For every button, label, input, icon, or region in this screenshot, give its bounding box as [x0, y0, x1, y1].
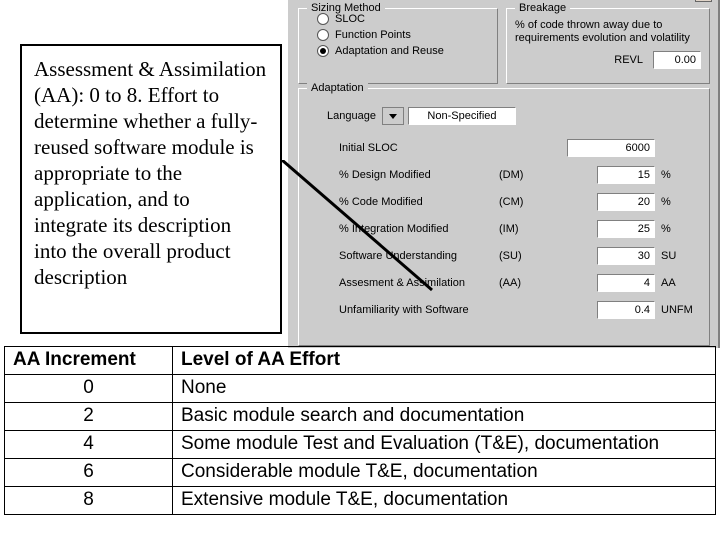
field-unit: %	[661, 223, 701, 235]
cm-input[interactable]: 20	[597, 193, 655, 211]
table-header: AA Increment	[5, 347, 173, 375]
table-row: 2 Basic module search and documentation	[5, 403, 716, 431]
breakage-title: Breakage	[515, 2, 570, 14]
row-im: % Integration Modified (IM) 25 %	[339, 220, 701, 238]
radio-icon	[317, 13, 329, 25]
aa-callout: Assessment & Assimilation (AA): 0 to 8. …	[20, 44, 282, 334]
table-cell: Extensive module T&E, documentation	[173, 487, 716, 515]
table-cell: 2	[5, 403, 173, 431]
table-cell: 8	[5, 487, 173, 515]
aa-input[interactable]: 4	[597, 274, 655, 292]
unfm-input[interactable]: 0.4	[597, 301, 655, 319]
table-cell: None	[173, 375, 716, 403]
callout-text: Assessment & Assimilation (AA): 0 to 8. …	[34, 57, 266, 289]
field-label: Software Understanding	[339, 250, 499, 262]
revl-input[interactable]: 0.00	[653, 51, 701, 69]
table-row: 0 None	[5, 375, 716, 403]
close-icon[interactable]: ✕	[695, 0, 712, 2]
breakage-desc: % of code thrown away due to requirement…	[515, 19, 705, 45]
language-value[interactable]: Non-Specified	[408, 107, 516, 125]
field-unit: UNFM	[661, 304, 701, 316]
row-cm: % Code Modified (CM) 20 %	[339, 193, 701, 211]
field-code: (IM)	[499, 223, 539, 235]
row-unfm: Unfamiliarity with Software 0.4 UNFM	[339, 301, 701, 319]
sizing-method-group: Sizing Method SLOC Function Points Adapt…	[298, 8, 498, 84]
table-row: 6 Considerable module T&E, documentation	[5, 459, 716, 487]
breakage-group: Breakage % of code thrown away due to re…	[506, 8, 710, 84]
field-label: % Integration Modified	[339, 223, 499, 235]
row-initial-sloc: Initial SLOC 6000	[339, 139, 701, 157]
field-label: % Code Modified	[339, 196, 499, 208]
table-cell: Basic module search and documentation	[173, 403, 716, 431]
table-cell: 4	[5, 431, 173, 459]
table-cell: Some module Test and Evaluation (T&E), d…	[173, 431, 716, 459]
radio-label: Adaptation and Reuse	[335, 45, 444, 57]
su-input[interactable]: 30	[597, 247, 655, 265]
field-unit: %	[661, 196, 701, 208]
dm-input[interactable]: 15	[597, 166, 655, 184]
radio-function-points[interactable]: Function Points	[317, 29, 497, 41]
radio-icon	[317, 29, 329, 41]
field-label: % Design Modified	[339, 169, 499, 181]
field-code: (AA)	[499, 277, 539, 289]
sizing-method-title: Sizing Method	[307, 2, 385, 14]
language-label: Language	[327, 110, 376, 122]
field-unit: AA	[661, 277, 701, 289]
initial-sloc-input[interactable]: 6000	[567, 139, 655, 157]
chevron-down-icon	[389, 114, 397, 119]
revl-label: REVL	[614, 54, 643, 66]
table-header: Level of AA Effort	[173, 347, 716, 375]
radio-sloc[interactable]: SLOC	[317, 13, 497, 25]
radio-adaptation-reuse[interactable]: Adaptation and Reuse	[317, 45, 497, 57]
table-cell: 6	[5, 459, 173, 487]
field-unit: %	[661, 169, 701, 181]
table-cell: Considerable module T&E, documentation	[173, 459, 716, 487]
field-label: Assesment & Assimilation	[339, 277, 499, 289]
radio-icon	[317, 45, 329, 57]
im-input[interactable]: 25	[597, 220, 655, 238]
aa-increment-table: AA Increment Level of AA Effort 0 None 2…	[4, 346, 716, 515]
field-unit: SU	[661, 250, 701, 262]
table-cell: 0	[5, 375, 173, 403]
radio-label: SLOC	[335, 13, 365, 25]
field-label: Unfamiliarity with Software	[339, 304, 499, 316]
field-code: (CM)	[499, 196, 539, 208]
dialog-panel: ✕ Sizing Method SLOC Function Points Ada…	[288, 0, 720, 348]
row-aa: Assesment & Assimilation (AA) 4 AA	[339, 274, 701, 292]
language-dropdown[interactable]	[382, 107, 404, 125]
adaptation-title: Adaptation	[307, 82, 368, 94]
table-row: 4 Some module Test and Evaluation (T&E),…	[5, 431, 716, 459]
field-label: Initial SLOC	[339, 142, 499, 154]
table-row: 8 Extensive module T&E, documentation	[5, 487, 716, 515]
adaptation-group: Adaptation Language Non-Specified Initia…	[298, 88, 710, 346]
field-code: (DM)	[499, 169, 539, 181]
table-header-row: AA Increment Level of AA Effort	[5, 347, 716, 375]
field-code: (SU)	[499, 250, 539, 262]
radio-label: Function Points	[335, 29, 411, 41]
row-su: Software Understanding (SU) 30 SU	[339, 247, 701, 265]
row-dm: % Design Modified (DM) 15 %	[339, 166, 701, 184]
